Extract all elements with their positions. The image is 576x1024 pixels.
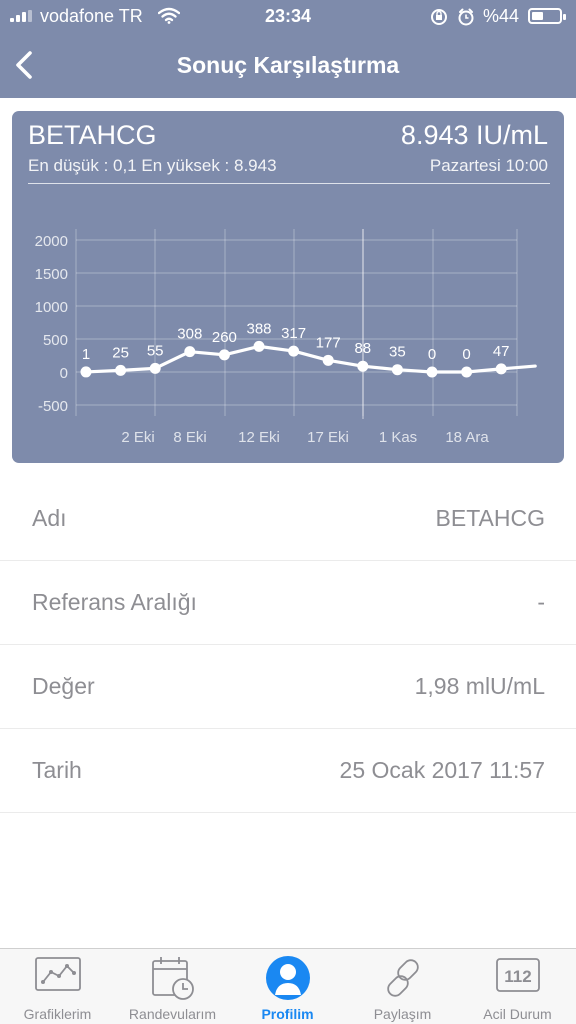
tab-label: Grafiklerim bbox=[23, 1006, 92, 1022]
x-tick-label: 18 Ara bbox=[445, 429, 489, 446]
tab-label: Acil Durum bbox=[483, 1006, 552, 1022]
tab-label: Paylaşım bbox=[373, 1006, 432, 1022]
header: vodafone TR 23:34 %44 Sonuç Karşılaştırm… bbox=[0, 0, 576, 98]
data-point[interactable] bbox=[80, 366, 92, 378]
data-point[interactable] bbox=[461, 366, 473, 378]
tab-acil-durum[interactable]: 112 Acil Durum bbox=[460, 949, 575, 1024]
y-tick-label: 1000 bbox=[35, 299, 68, 316]
data-label: 35 bbox=[389, 344, 406, 361]
detail-label: Referans Aralığı bbox=[32, 589, 197, 615]
tab-paylasim[interactable]: Paylaşım bbox=[345, 949, 460, 1024]
line-chart[interactable]: 2000 1500 1000 500 0 -500 2 Eki 8 Eki 12 Eki 17 E… bbox=[12, 111, 564, 463]
x-tick-label: 2 Eki bbox=[121, 429, 154, 446]
data-label: 317 bbox=[281, 325, 306, 342]
detail-value: 1,98 mlU/mL bbox=[414, 673, 545, 699]
data-label: 0 bbox=[462, 346, 470, 363]
detail-value: - bbox=[537, 589, 545, 615]
share-link-icon bbox=[386, 959, 419, 997]
tab-randevularim[interactable]: Randevularım bbox=[115, 949, 230, 1024]
data-point[interactable] bbox=[426, 366, 438, 378]
tab-bar: Grafiklerim Randevularım Profilim Paylaş… bbox=[0, 948, 576, 1024]
data-point[interactable] bbox=[391, 364, 403, 376]
data-point[interactable] bbox=[253, 340, 265, 352]
data-point[interactable] bbox=[184, 346, 196, 358]
battery-percentage: %44 bbox=[483, 6, 520, 26]
data-point[interactable] bbox=[149, 362, 161, 374]
detail-value: BETAHCG bbox=[435, 505, 545, 531]
x-tick-label: 8 Eki bbox=[173, 429, 206, 446]
data-point[interactable] bbox=[322, 354, 334, 366]
data-point[interactable] bbox=[288, 345, 300, 357]
calendar-clock-icon bbox=[151, 957, 194, 1000]
detail-row-value: Değer 1,98 mlU/mL bbox=[0, 645, 576, 729]
x-tick-label: 12 Eki bbox=[238, 429, 280, 446]
data-label: 260 bbox=[212, 329, 237, 346]
x-tick-label: 1 Kas bbox=[379, 429, 417, 446]
tab-label: Profilim bbox=[261, 1006, 314, 1022]
y-tick-label: 500 bbox=[43, 332, 68, 349]
y-tick-label: -500 bbox=[38, 398, 68, 415]
orientation-lock-icon bbox=[431, 9, 447, 25]
detail-row-name: Adı BETAHCG bbox=[0, 477, 576, 561]
result-card: BETAHCG 8.943 IU/mL En düşük : 0,1 En yü… bbox=[12, 111, 564, 463]
emergency-112-icon: 112 bbox=[495, 958, 540, 992]
data-label: 25 bbox=[112, 344, 129, 361]
data-label: 0 bbox=[428, 346, 436, 363]
detail-row-reference-range: Referans Aralığı - bbox=[0, 561, 576, 645]
detail-row-date: Tarih 25 Ocak 2017 11:57 bbox=[0, 729, 576, 813]
page-title: Sonuç Karşılaştırma bbox=[176, 52, 400, 78]
data-point[interactable] bbox=[495, 363, 507, 375]
data-label: 88 bbox=[354, 340, 371, 357]
x-tick-label: 17 Eki bbox=[307, 429, 349, 446]
alarm-icon bbox=[458, 8, 474, 26]
chart-icon bbox=[34, 957, 81, 991]
tab-grafiklerim[interactable]: Grafiklerim bbox=[0, 949, 115, 1024]
detail-label: Adı bbox=[32, 505, 67, 531]
tab-profilim[interactable]: Profilim bbox=[230, 949, 345, 1024]
navigation-bar: Sonuç Karşılaştırma bbox=[0, 34, 576, 98]
status-icons bbox=[431, 8, 474, 26]
detail-value: 25 Ocak 2017 11:57 bbox=[339, 757, 545, 783]
tab-label: Randevularım bbox=[128, 1006, 217, 1022]
detail-label: Değer bbox=[32, 673, 95, 699]
y-tick-label: 1500 bbox=[35, 266, 68, 283]
detail-label: Tarih bbox=[32, 757, 82, 783]
data-label: 308 bbox=[177, 326, 202, 343]
data-label: 47 bbox=[493, 343, 510, 360]
battery-icon bbox=[528, 8, 566, 24]
data-label: 1 bbox=[82, 346, 90, 363]
status-bar: vodafone TR 23:34 %44 bbox=[0, 0, 576, 34]
details-list: Adı BETAHCG Referans Aralığı - Değer 1,9… bbox=[0, 477, 576, 813]
data-point[interactable] bbox=[115, 364, 127, 376]
data-label: 177 bbox=[316, 334, 341, 351]
data-point[interactable] bbox=[218, 349, 230, 361]
data-label: 55 bbox=[147, 342, 164, 359]
profile-icon bbox=[265, 956, 310, 1000]
svg-text:112: 112 bbox=[504, 967, 531, 986]
y-tick-label: 2000 bbox=[35, 233, 68, 250]
data-point[interactable] bbox=[357, 360, 369, 372]
y-tick-label: 0 bbox=[60, 365, 68, 382]
battery-fill bbox=[532, 12, 543, 20]
data-label: 388 bbox=[246, 320, 271, 337]
